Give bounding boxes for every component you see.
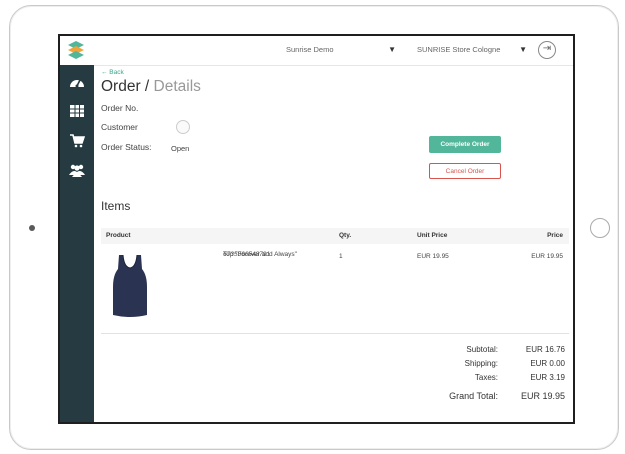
taxes-value: EUR 3.19 (530, 373, 565, 382)
cancel-order-button[interactable]: Cancel Order (429, 163, 501, 179)
complete-order-button[interactable]: Complete Order (429, 136, 501, 153)
col-unit-price: Unit Price (417, 232, 448, 239)
app-screen: Sunrise Demo ▼ SUNRISE Store Cologne ▼ ⇥ (58, 34, 575, 424)
logout-icon[interactable]: ⇥ (538, 41, 556, 59)
order-no-label: Order No. (101, 103, 139, 113)
col-qty: Qty. (339, 232, 352, 239)
product-name: Top "Forever and Always" (223, 251, 297, 258)
app-logo-icon (68, 41, 84, 59)
main-content: ← Back Order / Details Order No. Custome… (94, 65, 573, 422)
items-heading: Items (101, 199, 131, 213)
title-main: Order (101, 78, 141, 95)
title-sub: Details (153, 78, 201, 95)
title-separator: / (140, 78, 154, 95)
divider (101, 333, 569, 334)
grand-total-label: Grand Total: (449, 391, 498, 401)
subtotal-value: EUR 16.76 (525, 345, 565, 354)
col-price: Price (547, 232, 563, 239)
top-bar: Sunrise Demo ▼ SUNRISE Store Cologne ▼ ⇥ (60, 36, 573, 66)
cart-icon[interactable] (69, 134, 85, 148)
table-row: 6735366548791 Top "Forever and Always" 1… (101, 247, 569, 327)
product-image (113, 254, 147, 317)
items-table-header: Product Qty. Unit Price Price (101, 228, 569, 244)
avatar[interactable] (176, 120, 190, 134)
store-select[interactable]: SUNRISE Store Cologne ▼ (417, 42, 527, 58)
camera-dot (29, 225, 35, 231)
subtotal-label: Subtotal: (466, 345, 498, 354)
row-unit-price: EUR 19.95 (417, 253, 449, 260)
order-status-value: Open (171, 144, 190, 153)
chevron-down-icon: ▼ (388, 45, 396, 54)
shipping-label: Shipping: (464, 359, 498, 368)
order-status-label: Order Status: (101, 142, 152, 152)
table-icon[interactable] (69, 104, 85, 118)
chevron-down-icon: ▼ (519, 45, 527, 54)
row-price: EUR 19.95 (531, 253, 563, 260)
col-product: Product (106, 232, 131, 239)
home-button[interactable] (590, 218, 610, 238)
customer-label: Customer (101, 122, 138, 132)
sidebar (60, 65, 94, 422)
taxes-label: Taxes: (474, 373, 498, 382)
store-select-value: SUNRISE Store Cologne (417, 45, 501, 54)
shipping-value: EUR 0.00 (530, 359, 565, 368)
users-icon[interactable] (69, 163, 85, 177)
page-title: Order / Details (101, 78, 201, 96)
grand-total-value: EUR 19.95 (520, 391, 565, 401)
project-select[interactable]: Sunrise Demo ▼ (286, 42, 396, 58)
row-qty: 1 (339, 253, 343, 260)
dashboard-icon[interactable] (69, 74, 85, 88)
project-select-value: Sunrise Demo (286, 45, 334, 54)
back-link[interactable]: ← Back (101, 69, 124, 76)
